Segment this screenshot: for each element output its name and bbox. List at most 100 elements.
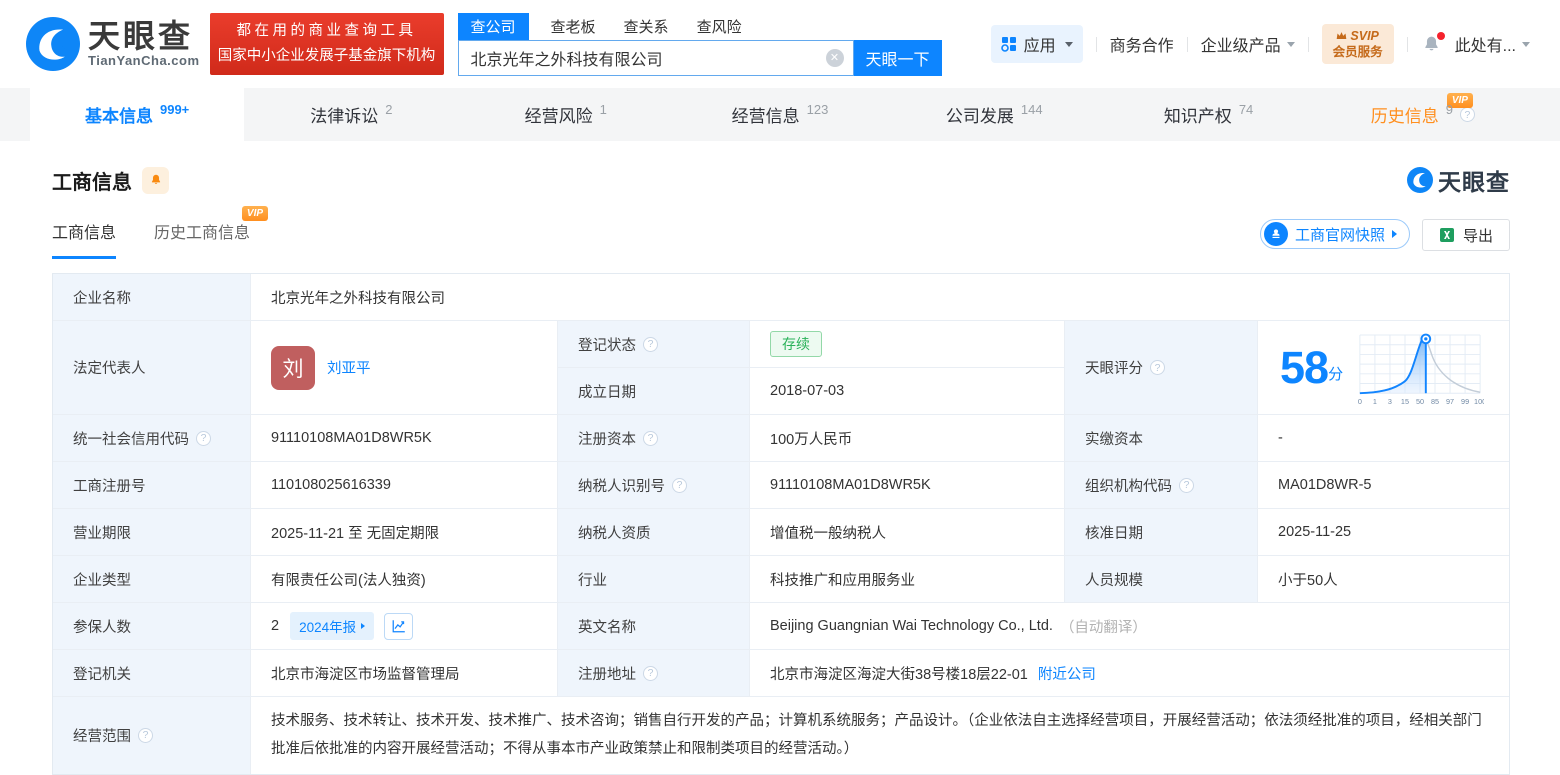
apps-label: 应用 <box>1023 38 1056 55</box>
notification-bell[interactable] <box>1421 31 1445 55</box>
chevron-down-icon <box>1064 41 1073 47</box>
field-business-scope-value: 技术服务、技术转让、技术开发、技术推广、技术咨询；销售自行开发的产品；计算机系统… <box>271 713 1482 758</box>
help-icon[interactable] <box>643 430 658 446</box>
search-tab-relation[interactable]: 查关系 <box>618 13 675 40</box>
header: 天眼查 TianYanCha.com 都在用的商业查询工具 国家中小企业发展子基… <box>0 0 1560 88</box>
help-icon[interactable] <box>643 665 658 681</box>
help-icon[interactable] <box>138 727 153 743</box>
field-establish-date-value: 2018-07-03 <box>750 368 1065 415</box>
tab-history-info[interactable]: VIP 历史信息 9 <box>1316 88 1530 141</box>
svip-member-badge[interactable]: SVIP 会员服务 <box>1321 23 1394 65</box>
field-taxpayer-quality-value: 增值税一般纳税人 <box>750 509 1065 556</box>
tab-count: 1 <box>599 102 607 117</box>
tab-operation-risk[interactable]: 经营风险 1 <box>459 88 673 141</box>
user-menu[interactable]: 此处有... <box>1455 32 1530 56</box>
field-approval-date-label: 核准日期 <box>1065 509 1258 556</box>
score-distribution-chart: 0 1 3 15 50 85 97 99 100 <box>1358 333 1484 405</box>
search-area: 查公司 查老板 查关系 查风险 天眼一下 <box>457 12 942 76</box>
help-icon[interactable] <box>196 430 211 446</box>
field-business-term-value: 2025-11-21 至 无固定期限 <box>251 509 558 556</box>
help-icon[interactable] <box>643 336 658 352</box>
field-score-label: 天眼评分 <box>1065 321 1258 415</box>
business-info-table: 企业名称 北京光年之外科技有限公司 法定代表人 刘 刘亚平 登记状态 存续 天眼… <box>52 273 1510 775</box>
tab-intellectual-property[interactable]: 知识产权 74 <box>1101 88 1315 141</box>
legal-rep-link[interactable]: 刘亚平 <box>327 357 371 378</box>
field-business-term-label: 营业期限 <box>53 509 251 556</box>
tab-count: 9 <box>1445 102 1453 117</box>
field-company-name-value: 北京光年之外科技有限公司 <box>251 274 1509 321</box>
promo-line2: 国家中小企业发展子基金旗下机构 <box>217 48 436 64</box>
export-label: 导出 <box>1462 227 1493 245</box>
tianyancha-logo[interactable]: 天眼查 TianYanCha.com <box>26 17 200 71</box>
official-snapshot-button[interactable]: 工商官网快照 <box>1259 219 1410 249</box>
help-icon[interactable] <box>1459 107 1475 122</box>
help-icon[interactable] <box>672 477 687 493</box>
svg-text:50: 50 <box>1416 396 1424 405</box>
nearby-companies-link[interactable]: 附近公司 <box>1038 663 1096 684</box>
field-score-value: 58 分 0 1 3 15 50 85 97 99 10 <box>1258 321 1509 415</box>
help-icon[interactable] <box>1150 360 1165 375</box>
search-row: 天眼一下 <box>457 39 942 76</box>
field-paid-capital-label: 实缴资本 <box>1065 415 1258 462</box>
annual-report-badge[interactable]: 2024年报 <box>290 612 375 640</box>
svg-text:3: 3 <box>1388 396 1392 405</box>
search-input[interactable] <box>457 39 854 76</box>
subtabs: 工商信息 VIP 历史工商信息 <box>52 206 269 259</box>
divider <box>1406 36 1408 52</box>
nav-enterprise[interactable]: 企业级产品 <box>1201 32 1295 56</box>
tab-label: 知识产权 <box>1163 107 1232 126</box>
svg-text:0: 0 <box>1358 396 1362 405</box>
tab-company-development[interactable]: 公司发展 144 <box>887 88 1101 141</box>
field-org-code-value: MA01D8WR-5 <box>1258 462 1509 509</box>
field-reg-authority-label: 登记机关 <box>53 650 251 697</box>
insured-count: 2 <box>271 618 280 634</box>
field-company-name-label: 企业名称 <box>53 274 251 321</box>
field-org-code-label: 组织机构代码 <box>1065 462 1258 509</box>
logo-text: 天眼查 TianYanCha.com <box>88 17 200 69</box>
help-icon[interactable] <box>1179 477 1194 493</box>
grid-icon <box>1000 37 1016 52</box>
clear-icon[interactable] <box>825 48 844 67</box>
search-tab-company[interactable]: 查公司 <box>457 12 529 40</box>
field-reg-address-label: 注册地址 <box>558 650 750 697</box>
tab-operation-info[interactable]: 经营信息 123 <box>673 88 887 141</box>
field-credit-code-label: 统一社会信用代码 <box>53 415 251 462</box>
field-reg-status-value: 存续 <box>750 321 1065 368</box>
brand-name: 天眼查 <box>88 17 194 54</box>
field-company-type-value: 有限责任公司(法人独资) <box>251 556 558 603</box>
search-button[interactable]: 天眼一下 <box>853 39 942 76</box>
search-tab-risk[interactable]: 查风险 <box>691 13 748 40</box>
tab-label: 基本信息 <box>84 107 153 126</box>
promo-line1: 都在用的商业查询工具 <box>236 22 417 39</box>
tab-label: 法律诉讼 <box>310 107 379 126</box>
field-reg-capital-label: 注册资本 <box>558 415 750 462</box>
apps-menu[interactable]: 应用 <box>990 25 1083 63</box>
subtab-history-business-info[interactable]: VIP 历史工商信息 <box>154 206 269 259</box>
subscribe-bell-button[interactable] <box>142 166 169 194</box>
export-button[interactable]: 导出 <box>1421 219 1510 251</box>
section-tabbar: 基本信息 999+ 法律诉讼 2 经营风险 1 经营信息 123 公司发展 14… <box>0 88 1560 141</box>
tab-label: 历史信息 <box>1370 107 1439 126</box>
field-company-type-label: 企业类型 <box>53 556 251 603</box>
watermark-text: 天眼查 <box>1438 169 1510 195</box>
stamp-icon <box>1263 222 1288 246</box>
field-reg-capital-value: 100万人民币 <box>750 415 1065 462</box>
brand-domain: TianYanCha.com <box>88 53 200 69</box>
tab-basic-info[interactable]: 基本信息 999+ <box>30 88 245 141</box>
tab-count: 144 <box>1020 102 1043 117</box>
header-nav: 应用 商务合作 企业级产品 SVIP 会员服务 此处有... <box>990 23 1530 65</box>
tab-legal[interactable]: 法律诉讼 2 <box>244 88 458 141</box>
search-tab-boss[interactable]: 查老板 <box>545 13 602 40</box>
excel-icon <box>1439 228 1454 242</box>
subtab-business-info[interactable]: 工商信息 <box>52 219 117 259</box>
score-number: 58 <box>1280 342 1329 393</box>
avatar[interactable]: 刘 <box>271 345 315 390</box>
field-business-scope-label: 经营范围 <box>53 697 251 774</box>
tab-label: 经营信息 <box>731 107 800 126</box>
trend-chart-button[interactable] <box>384 612 414 640</box>
svg-text:15: 15 <box>1401 396 1409 405</box>
svg-text:85: 85 <box>1431 396 1439 405</box>
nav-cooperation[interactable]: 商务合作 <box>1110 32 1174 56</box>
user-name: 此处有... <box>1454 38 1516 55</box>
field-industry-label: 行业 <box>558 556 750 603</box>
